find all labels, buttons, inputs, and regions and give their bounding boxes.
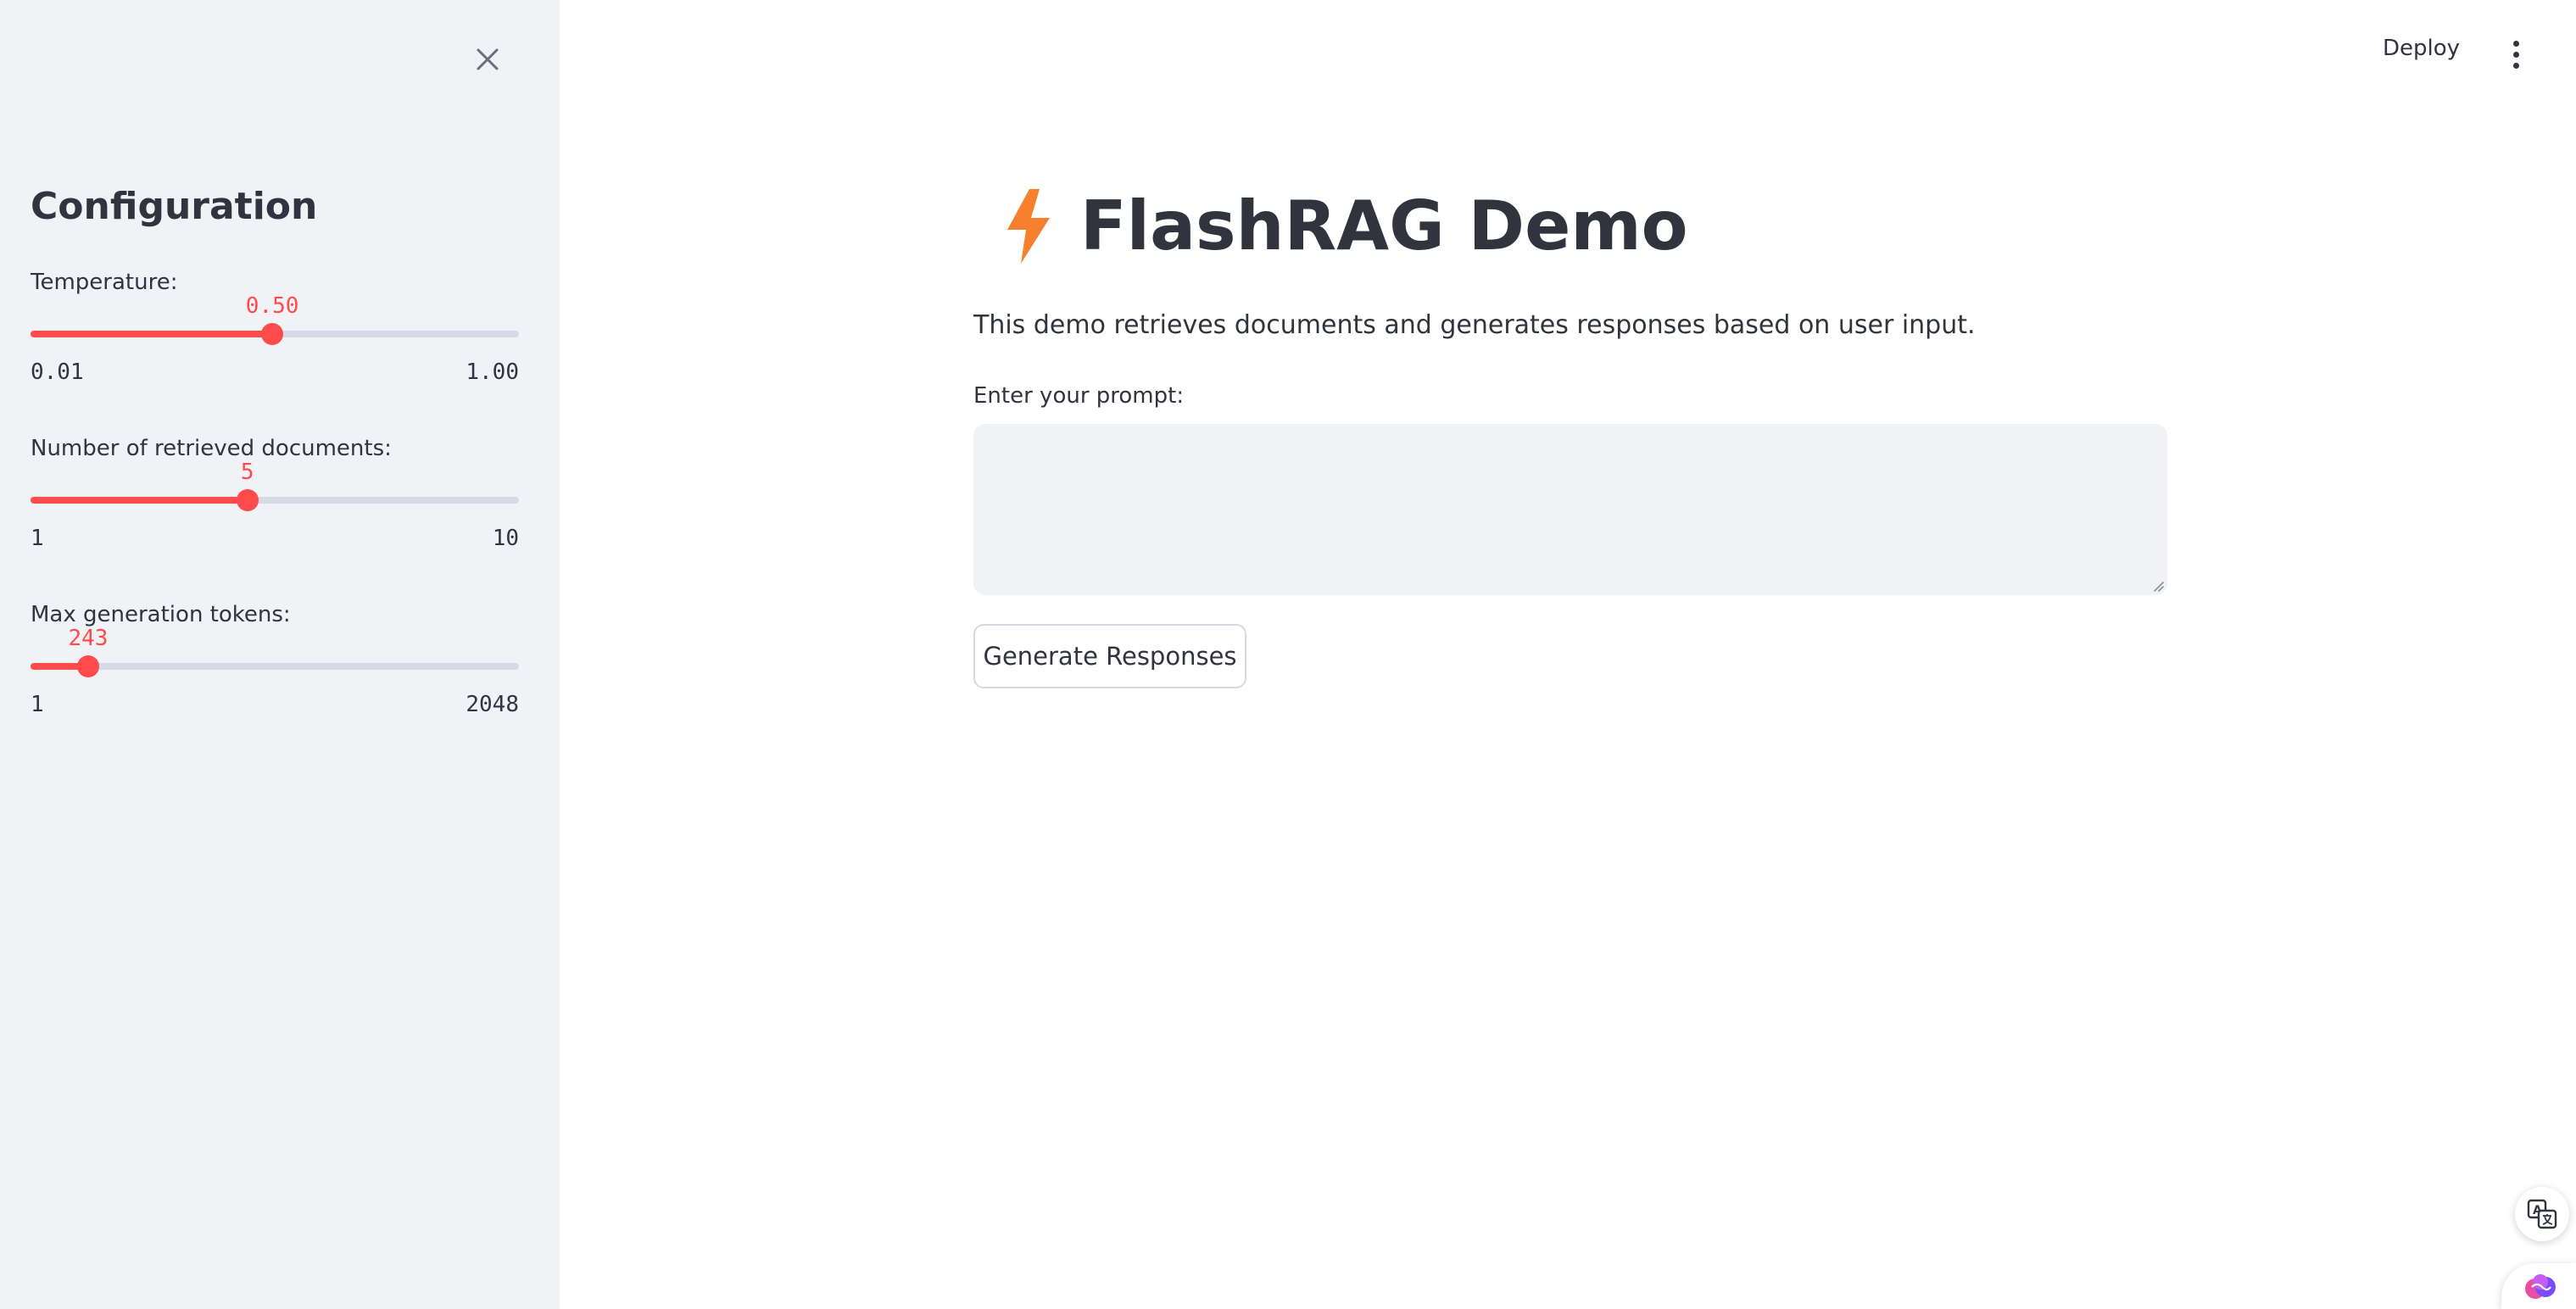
page-description: This demo retrieves documents and genera… [973,310,1976,340]
close-icon [477,48,499,70]
slider-label: Max generation tokens: [31,602,291,627]
translate-widget-button[interactable]: A [2515,1187,2569,1241]
slider-thumb[interactable] [236,489,259,511]
page-title: FlashRAG Demo [1080,187,1688,265]
slider-label: Temperature: [31,270,178,295]
slider-track[interactable]: 0.50 [31,293,519,345]
slider-max: 1.00 [466,359,519,385]
generate-responses-button[interactable]: Generate Responses [973,624,1246,688]
menu-dot [2512,62,2519,69]
slider-thumb[interactable] [76,655,99,677]
slider-value: 0.50 [245,293,299,319]
temperature-slider: Temperature: 0.50 0.01 1.00 [31,270,519,422]
slider-track[interactable]: 243 [31,626,519,677]
menu-dot [2512,40,2519,47]
app-window: Configuration Temperature: 0.50 0.01 1.0… [0,0,2576,1309]
sidebar-title: Configuration [31,185,318,228]
slider-max: 2048 [466,692,519,717]
menu-dot [2512,51,2519,58]
lightning-bolt-icon [1007,188,1050,264]
close-sidebar-button[interactable] [469,41,506,78]
slider-value: 5 [240,460,254,485]
slider-min: 0.01 [31,359,84,385]
more-vertical-icon[interactable] [2501,36,2530,73]
slider-fill [31,497,248,504]
retrieved-documents-slider: Number of retrieved documents: 5 1 10 [31,436,519,588]
brain-icon [2525,1274,2556,1299]
slider-min: 1 [31,692,44,717]
resize-grip-icon[interactable] [2152,580,2164,592]
slider-label: Number of retrieved documents: [31,436,392,461]
slider-value: 243 [68,626,109,651]
slider-fill [31,331,273,337]
slider-max: 10 [492,526,519,551]
assistant-widget-button[interactable] [2501,1263,2576,1309]
slider-min: 1 [31,526,44,551]
prompt-input[interactable] [973,424,2167,595]
main-content: FlashRAG Demo This demo retrieves docume… [973,0,2167,1309]
sidebar: Configuration Temperature: 0.50 0.01 1.0… [0,0,560,1309]
prompt-label: Enter your prompt: [973,383,1185,409]
title-row: FlashRAG Demo [973,187,1688,265]
slider-track[interactable]: 5 [31,460,519,511]
slider-thumb[interactable] [261,323,284,345]
max-tokens-slider: Max generation tokens: 243 1 2048 [31,602,519,755]
deploy-button[interactable]: Deploy [2383,36,2460,61]
translate-icon: A [2527,1199,2557,1229]
